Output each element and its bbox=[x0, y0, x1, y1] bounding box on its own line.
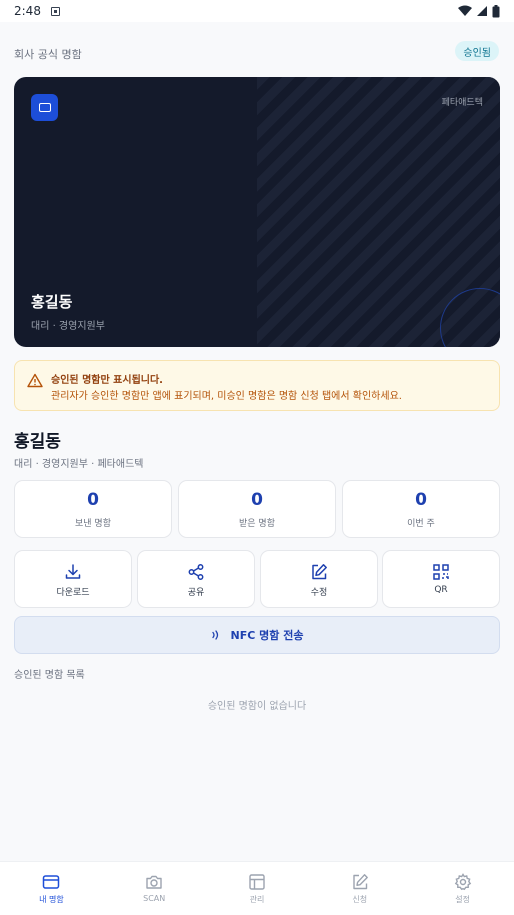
share-label: 공유 bbox=[187, 588, 205, 598]
profile-name: 홍길동 bbox=[14, 432, 61, 452]
manage-icon bbox=[249, 874, 265, 890]
stat-received: 0 받은 명함 bbox=[178, 480, 336, 538]
notice-title: 승인된 명함만 표시됩니다. bbox=[51, 375, 163, 386]
profile-subtitle: 대리 · 경영지원부 · 페타애드텍 bbox=[14, 459, 144, 470]
card-title: 대리 · 경영지원부 bbox=[31, 321, 105, 332]
apply-icon bbox=[353, 874, 368, 890]
nav-apply[interactable]: 신청 bbox=[308, 862, 411, 915]
battery-icon bbox=[492, 4, 500, 17]
card-name: 홍길동 bbox=[31, 293, 73, 311]
edit-icon bbox=[312, 564, 327, 580]
card-company: 페타애드텍 bbox=[441, 98, 483, 108]
download-icon bbox=[65, 564, 81, 579]
nfc-send-label: NFC 명함 전송 bbox=[230, 629, 304, 642]
qr-button[interactable]: QR bbox=[382, 550, 500, 608]
settings-icon bbox=[454, 873, 471, 891]
nav-my-card[interactable]: 내 명함 bbox=[0, 862, 103, 915]
edit-button[interactable]: 수정 bbox=[260, 550, 378, 608]
nav-manage[interactable]: 관리 bbox=[206, 862, 309, 915]
stat-this-week: 0 이번 주 bbox=[342, 480, 500, 538]
stat-received-label: 받은 명함 bbox=[239, 519, 275, 529]
approved-badge: 승인됨 bbox=[455, 41, 499, 61]
stat-this-week-value: 0 bbox=[415, 490, 427, 510]
status-time: 2:48 bbox=[14, 4, 41, 18]
stat-this-week-label: 이번 주 bbox=[407, 519, 435, 529]
approval-notice: 승인된 명함만 표시됩니다. 관리자가 승인한 명함만 앱에 표기되며, 미승인… bbox=[14, 360, 500, 411]
card-icon bbox=[43, 875, 60, 889]
notification-icon bbox=[50, 6, 60, 16]
stat-sent: 0 보낸 명함 bbox=[14, 480, 172, 538]
nfc-send-button[interactable]: NFC 명함 전송 bbox=[14, 616, 500, 654]
business-card[interactable]: 페타애드텍 홍길동 대리 · 경영지원부 bbox=[14, 77, 500, 347]
edit-label: 수정 bbox=[310, 588, 328, 598]
download-button[interactable]: 다운로드 bbox=[14, 550, 132, 608]
nav-my-card-label: 내 명함 bbox=[39, 895, 64, 904]
approved-list-header: 승인된 명함 목록 bbox=[14, 670, 85, 681]
notice-body: 관리자가 승인한 명함만 앱에 표기되며, 미승인 명함은 명함 신청 탭에서 … bbox=[51, 391, 402, 402]
card-logo-icon bbox=[31, 94, 58, 121]
stat-sent-label: 보낸 명함 bbox=[75, 519, 111, 529]
stat-received-value: 0 bbox=[251, 490, 263, 510]
nav-settings[interactable]: 설정 bbox=[411, 862, 514, 915]
approved-list-empty: 승인된 명함이 없습니다 bbox=[207, 701, 307, 712]
warning-icon bbox=[27, 373, 43, 388]
stat-sent-value: 0 bbox=[87, 490, 99, 510]
qr-label: QR bbox=[434, 585, 448, 595]
nav-settings-label: 설정 bbox=[455, 895, 470, 904]
nav-scan[interactable]: SCAN bbox=[103, 862, 206, 915]
company-card-label: 회사 공식 명함 bbox=[14, 48, 82, 61]
nfc-icon bbox=[211, 630, 218, 640]
wifi-icon bbox=[458, 5, 472, 16]
download-label: 다운로드 bbox=[56, 588, 90, 598]
share-icon bbox=[188, 564, 204, 580]
signal-icon bbox=[477, 6, 487, 16]
nav-scan-label: SCAN bbox=[143, 894, 166, 903]
share-button[interactable]: 공유 bbox=[137, 550, 255, 608]
qr-icon bbox=[433, 564, 449, 580]
status-bar: 2:48 bbox=[0, 0, 514, 22]
nav-apply-label: 신청 bbox=[352, 895, 368, 904]
camera-icon bbox=[146, 875, 162, 889]
nav-manage-label: 관리 bbox=[249, 895, 265, 904]
bottom-nav: 내 명함 SCAN 관리 신청 설정 bbox=[0, 861, 514, 915]
